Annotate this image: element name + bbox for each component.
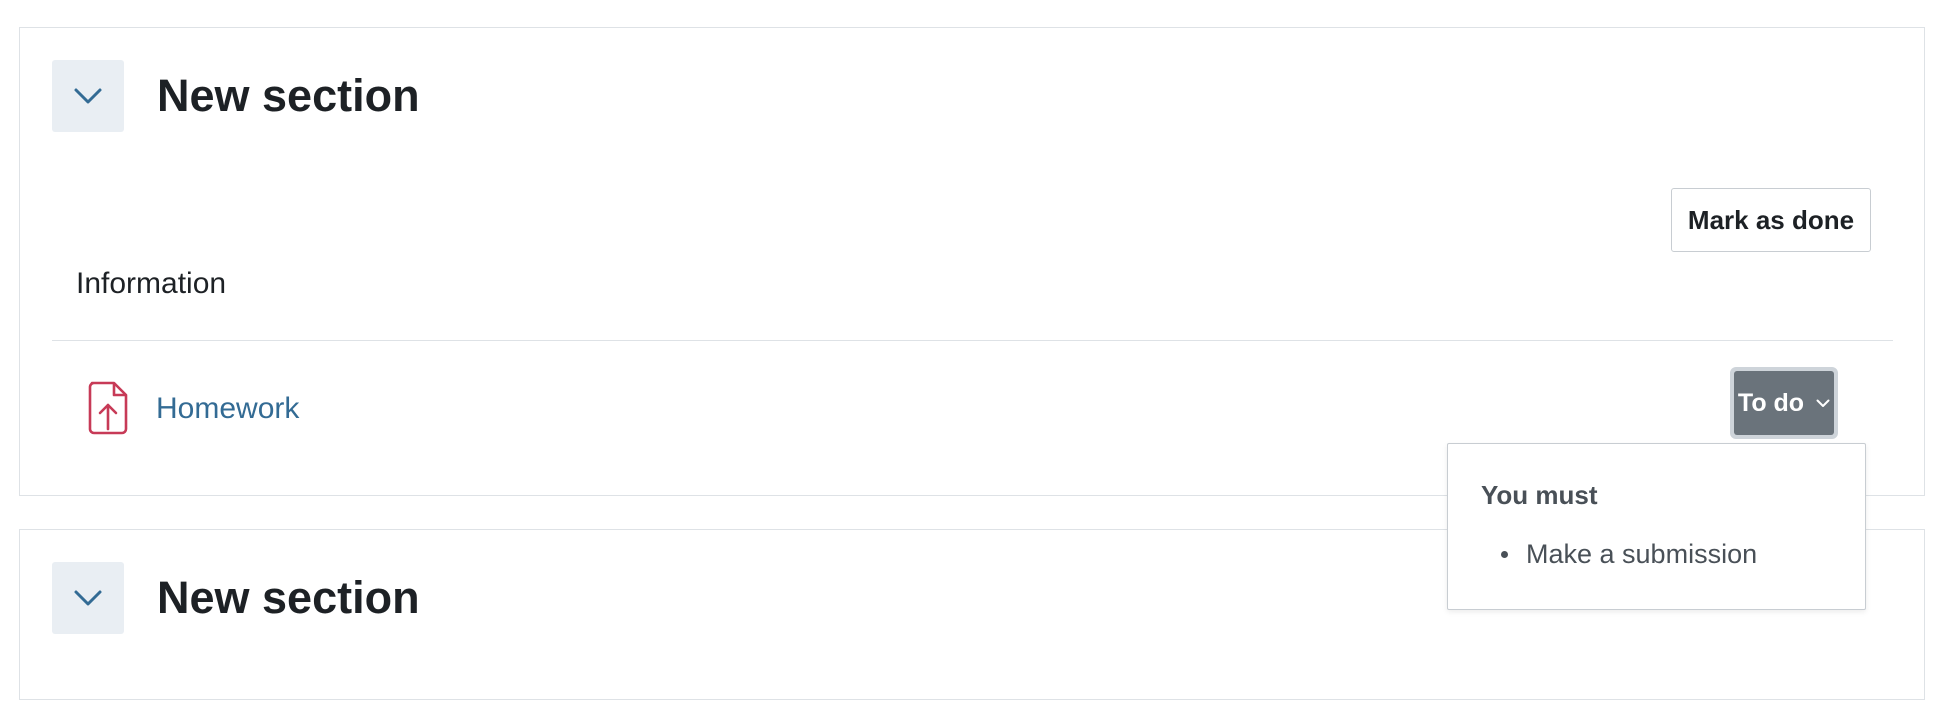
requirement-text: Make a submission [1526,539,1758,569]
section-title: New section [157,572,420,623]
todo-button[interactable]: To do [1734,371,1834,435]
todo-label: To do [1737,388,1805,417]
completion-requirements-popover: You must Make a submission [1447,443,1866,610]
file-upload-icon [88,381,128,435]
divider [52,340,1893,341]
homework-activity-link[interactable]: Homework [156,390,299,428]
section-collapse-button[interactable] [52,60,124,132]
chevron-down-icon [1816,399,1830,407]
mark-as-done-button[interactable]: Mark as done [1671,188,1871,252]
chevron-down-icon [74,590,102,606]
section-title: New section [157,70,420,121]
requirements-list: Make a submission [1481,536,1757,572]
information-label: Information [76,267,227,300]
popover-title: You must [1481,480,1598,510]
requirement-item: Make a submission [1481,536,1757,572]
course-section: New section Mark as done Information Hom… [19,27,1925,496]
section-collapse-button[interactable] [52,562,124,634]
completion-status-dropdown[interactable]: To do [1730,367,1838,439]
chevron-down-icon [74,88,102,104]
bullet-icon [1501,550,1508,558]
